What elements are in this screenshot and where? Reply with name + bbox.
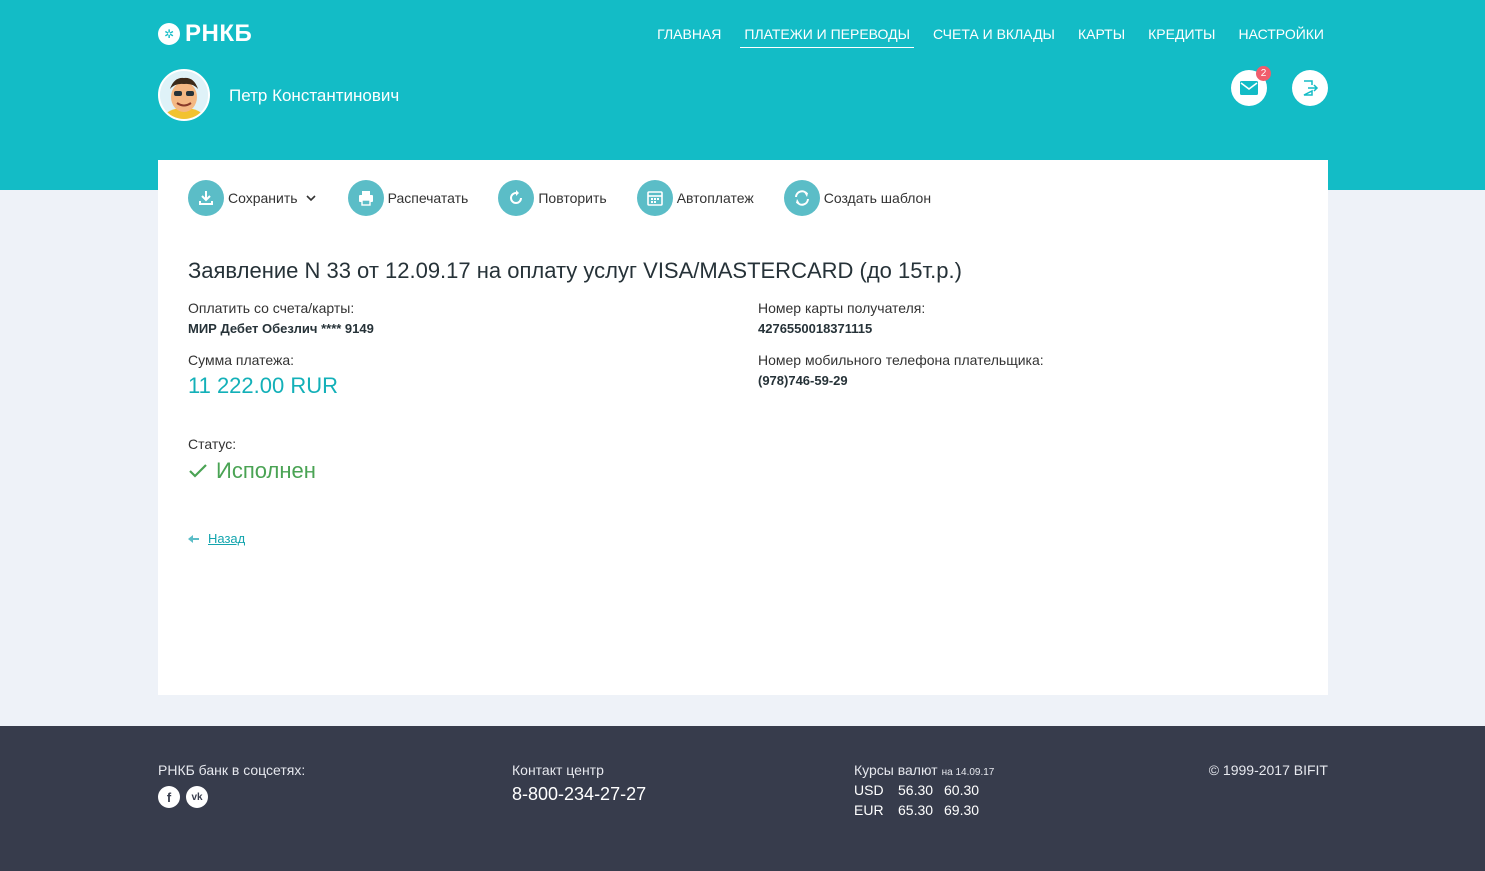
payer-phone-value: (978)746-59-29	[758, 373, 848, 388]
logout-icon	[1303, 80, 1319, 96]
facebook-icon[interactable]: f	[158, 786, 180, 808]
refresh-icon	[783, 180, 820, 216]
rate-buy: 56.30	[898, 782, 934, 798]
document-title: Заявление N 33 от 12.09.17 на оплату усл…	[188, 258, 962, 283]
create-template-button[interactable]: Создать шаблон	[783, 180, 932, 216]
calendar-icon	[636, 180, 673, 216]
avatar-face-icon	[160, 71, 208, 119]
nav-main[interactable]: ГЛАВНАЯ	[653, 24, 725, 48]
document-toolbar: Сохранить Распечатать Повторить Автоплат…	[188, 180, 961, 216]
status-label: Статус:	[188, 436, 237, 452]
contact-label: Контакт центр	[512, 762, 604, 778]
social-links: f vk	[158, 786, 305, 808]
footer-contact: Контакт центр 8-800-234-27-27	[512, 762, 646, 805]
from-account-label: Оплатить со счета/карты:	[188, 300, 355, 316]
copyright: © 1999-2017 BIFIT	[1208, 762, 1328, 778]
from-account-value: МИР Дебет Обезлич **** 9149	[188, 321, 374, 336]
chevron-down-icon[interactable]	[304, 191, 318, 205]
repeat-icon	[498, 180, 535, 216]
payer-phone-label: Номер мобильного телефона плательщика:	[758, 352, 1044, 368]
status: Исполнен	[188, 458, 316, 484]
rate-code: EUR	[854, 802, 884, 818]
recipient-card-value: 4276550018371115	[758, 321, 873, 336]
rate-buy: 65.30	[898, 802, 934, 818]
footer-social: РНКБ банк в соцсетях: f vk	[158, 762, 305, 808]
footer: РНКБ банк в соцсетях: f vk Контакт центр…	[0, 726, 1485, 871]
rate-sell: 60.30	[944, 782, 980, 798]
logo-text: РНКБ	[185, 20, 253, 47]
autopay-button[interactable]: Автоплатеж	[636, 180, 754, 216]
nav-settings[interactable]: НАСТРОЙКИ	[1234, 24, 1328, 48]
document-card: Сохранить Распечатать Повторить Автоплат…	[158, 160, 1328, 695]
amount-value: 11 222.00 RUR	[188, 373, 339, 398]
download-icon	[188, 180, 224, 216]
nav-cards[interactable]: КАРТЫ	[1074, 24, 1129, 48]
messages-badge: 2	[1256, 66, 1271, 81]
nav-accounts[interactable]: СЧЕТА И ВКЛАДЫ	[929, 24, 1059, 48]
logo[interactable]: ✲ РНКБ	[158, 20, 252, 48]
print-button[interactable]: Распечатать	[347, 180, 469, 216]
nav-credits[interactable]: КРЕДИТЫ	[1144, 24, 1219, 48]
autopay-label: Автоплатеж	[676, 190, 754, 206]
vk-icon[interactable]: vk	[186, 786, 208, 808]
contact-phone[interactable]: 8-800-234-27-27	[512, 784, 646, 805]
save-label: Сохранить	[228, 190, 298, 206]
rates-label: Курсы валют	[854, 762, 938, 778]
print-label: Распечатать	[387, 190, 469, 206]
footer-rates: Курсы валют на 14.09.17 USD 56.30 60.30 E…	[854, 762, 994, 818]
save-button[interactable]: Сохранить	[188, 180, 318, 216]
avatar[interactable]	[158, 69, 210, 121]
create-template-label: Создать шаблон	[823, 190, 932, 206]
mail-icon	[1240, 81, 1258, 95]
rate-code: USD	[854, 782, 884, 798]
back-label[interactable]: Назад	[208, 531, 245, 546]
repeat-button[interactable]: Повторить	[498, 180, 607, 216]
status-value: Исполнен	[216, 458, 316, 483]
social-label: РНКБ банк в соцсетях:	[158, 762, 306, 778]
amount-label: Сумма платежа:	[188, 352, 295, 368]
checkmark-icon	[189, 464, 207, 478]
rate-sell: 69.30	[944, 802, 980, 818]
recipient-card-label: Номер карты получателя:	[758, 300, 926, 316]
repeat-label: Повторить	[538, 190, 607, 206]
user-name[interactable]: Петр Константинович	[229, 86, 399, 106]
logout-button[interactable]	[1292, 70, 1328, 106]
back-link[interactable]: Назад	[188, 531, 245, 546]
logo-icon: ✲	[158, 23, 180, 45]
rates-date: на 14.09.17	[941, 767, 995, 778]
main-nav: ГЛАВНАЯ ПЛАТЕЖИ И ПЕРЕВОДЫ СЧЕТА И ВКЛАД…	[638, 24, 1328, 48]
rate-row-usd: USD 56.30 60.30	[854, 782, 994, 798]
nav-payments[interactable]: ПЛАТЕЖИ И ПЕРЕВОДЫ	[740, 24, 915, 48]
rate-row-eur: EUR 65.30 69.30	[854, 802, 994, 818]
arrow-left-icon	[188, 534, 199, 543]
printer-icon	[347, 180, 384, 216]
